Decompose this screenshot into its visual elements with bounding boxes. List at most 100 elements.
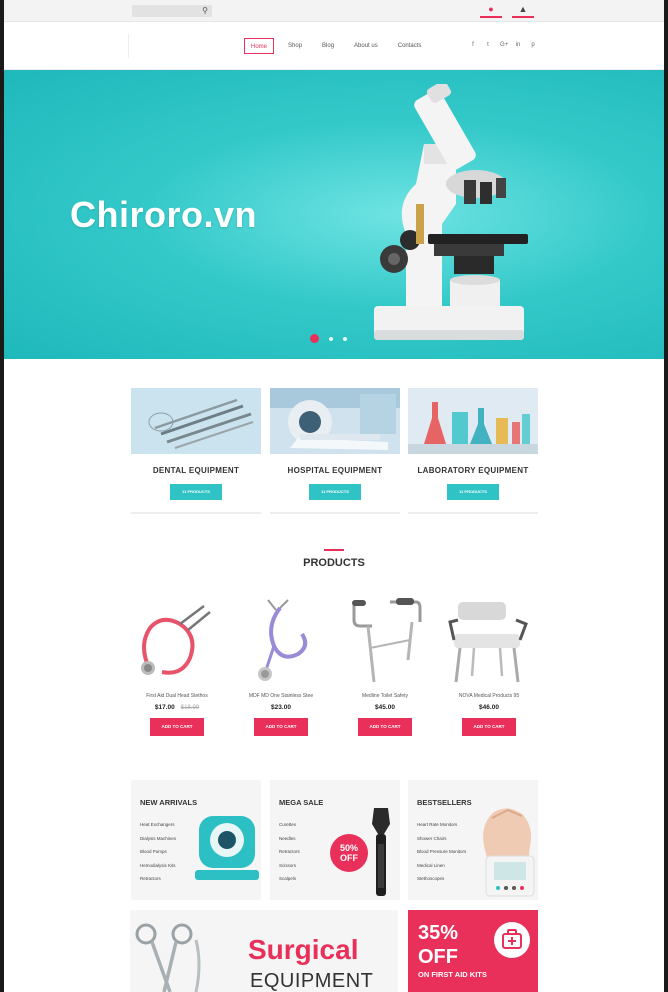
shower-chair-image (448, 602, 528, 683)
add-to-cart-button[interactable]: ADD TO CART (254, 718, 308, 736)
product-card[interactable]: Medline Toilet Safety $45.00 ADD TO CART (340, 596, 430, 746)
sale-badge: 50% OFF (330, 834, 368, 872)
category-card-hospital[interactable]: HOSPITAL EQUIPMENT 11 PRODUCTS (270, 388, 400, 514)
facebook-icon[interactable]: f (470, 42, 476, 48)
add-to-cart-button[interactable]: ADD TO CART (358, 718, 412, 736)
promo-link[interactable]: Scalpels (279, 872, 300, 886)
category-products-button[interactable]: 11 PRODUCTS (447, 484, 499, 500)
window-frame-right (664, 0, 668, 992)
category-card-dental[interactable]: DENTAL EQUIPMENT 11 PRODUCTS (131, 388, 261, 514)
promo-link[interactable]: Needles (279, 832, 300, 846)
promo-link[interactable]: Heat Exchangers (140, 818, 176, 832)
product-price: $17.00 $18.99 (132, 704, 222, 711)
nav-links: Home Shop Blog About us Contacts (244, 38, 435, 54)
category-title: LABORATORY EQUIPMENT (417, 466, 529, 475)
product-price: $23.00 (271, 704, 291, 711)
surgical-banner-subtitle: EQUIPMENT (250, 970, 374, 992)
toilet-safety-rail-image (352, 598, 422, 683)
logo-area-divider (128, 34, 129, 58)
cart-icon[interactable]: ● (480, 4, 502, 18)
lab-glassware-image (408, 388, 538, 454)
nav-shop[interactable]: Shop (282, 38, 308, 54)
stethoscope-red-image (141, 605, 211, 675)
top-bar: ⚲ ● ▲ (4, 0, 664, 22)
promo-link[interactable]: Dialysis Machines (140, 832, 176, 846)
first-aid-offer-banner[interactable]: 35% OFF ON FIRST AID KITS (408, 910, 538, 992)
add-to-cart-button[interactable]: ADD TO CART (462, 718, 516, 736)
promo-title: BESTSELLERS (417, 798, 472, 807)
sale-badge-off: OFF (340, 853, 358, 863)
nav-blog[interactable]: Blog (316, 38, 340, 54)
twitter-icon[interactable]: t (485, 42, 491, 48)
offer-percent: 35% (418, 922, 459, 944)
promo-link[interactable]: Scissors (279, 859, 300, 873)
sale-badge-percent: 50% (339, 843, 358, 853)
hero-title: Chiroro.vn (70, 194, 258, 235)
dialysis-machine-image (195, 816, 259, 880)
category-title: DENTAL EQUIPMENT (152, 466, 240, 475)
slider-dot-2[interactable] (329, 336, 333, 341)
google-plus-icon[interactable]: G+ (500, 42, 508, 48)
promo-link[interactable]: Hemodialysis Kits (140, 859, 176, 873)
product-price: $45.00 (375, 704, 395, 711)
search-icon[interactable]: ⚲ (202, 6, 208, 15)
otoscope-image (372, 808, 390, 896)
social-links: f t G+ in p (470, 42, 536, 48)
promo-mega-sale[interactable]: MEGA SALE Curettes Needles Retractors Sc… (270, 780, 400, 900)
promo-new-arrivals[interactable]: NEW ARRIVALS Heat Exchangers Dialysis Ma… (131, 780, 261, 900)
promo-list: Heat Exchangers Dialysis Machines Blood … (140, 818, 176, 886)
category-products-button[interactable]: 11 PRODUCTS (309, 484, 361, 500)
product-price: $46.00 (479, 704, 499, 711)
category-title: HOSPITAL EQUIPMENT (287, 466, 383, 475)
offer-off-label: OFF (418, 946, 458, 968)
promo-link[interactable]: Blood Pumps (140, 845, 176, 859)
category-card-laboratory[interactable]: LABORATORY EQUIPMENT 11 PRODUCTS (408, 388, 538, 514)
promo-link[interactable]: Blood Pressure Monitors (417, 845, 466, 859)
dental-tools-image (131, 388, 261, 454)
product-name[interactable]: First Aid Dual Head Stethos (132, 693, 222, 699)
hero-slider[interactable]: Chiroro.vn (4, 70, 664, 359)
promo-link[interactable]: Curettes (279, 818, 300, 832)
slider-dot-1[interactable] (310, 334, 319, 343)
surgical-forceps-image (135, 923, 201, 992)
promo-bestsellers[interactable]: BESTSELLERS Heart Rate Monitors Shower C… (408, 780, 538, 900)
mri-room-image (270, 388, 400, 454)
category-products-button[interactable]: 11 PRODUCTS (170, 484, 222, 500)
product-card[interactable]: NOVA Medical Products 95 $46.00 ADD TO C… (444, 596, 534, 746)
surgical-equipment-banner[interactable]: Surgical EQUIPMENT (130, 910, 398, 992)
surgical-banner-title: Surgical (248, 934, 359, 965)
products-section-title: PRODUCTS (303, 557, 365, 569)
search-input[interactable]: ⚲ (132, 5, 212, 17)
promo-link[interactable]: Shower Chairs (417, 832, 466, 846)
product-name[interactable]: Medline Toilet Safety (340, 693, 430, 699)
promo-link[interactable]: Medical Linen (417, 859, 466, 873)
promo-title: MEGA SALE (279, 798, 324, 807)
promo-link[interactable]: Heart Rate Monitors (417, 818, 466, 832)
nav-about[interactable]: About us (348, 38, 384, 54)
user-icon[interactable]: ▲ (512, 4, 534, 18)
pinterest-icon[interactable]: p (530, 42, 536, 48)
add-to-cart-button[interactable]: ADD TO CART (150, 718, 204, 736)
linkedin-icon[interactable]: in (515, 42, 521, 48)
nav-contacts[interactable]: Contacts (392, 38, 428, 54)
first-aid-kit-icon (494, 922, 530, 958)
product-old-price: $18.99 (180, 705, 200, 711)
product-card[interactable]: First Aid Dual Head Stethos $17.00 $18.99… (132, 596, 222, 746)
product-card[interactable]: MDF MD One Stainless Stee $23.00 ADD TO … (236, 596, 326, 746)
promo-title: NEW ARRIVALS (140, 798, 198, 807)
stethoscope-purple-image (258, 599, 308, 681)
microscope-image (374, 84, 528, 340)
product-name[interactable]: NOVA Medical Products 95 (444, 693, 534, 699)
slider-dot-3[interactable] (343, 336, 347, 341)
nav-home[interactable]: Home (244, 38, 275, 54)
promo-list: Curettes Needles Retractors Scissors Sca… (279, 818, 300, 886)
promo-link[interactable]: Stethoscopes (417, 872, 466, 886)
offer-subtitle: ON FIRST AID KITS (418, 970, 487, 979)
product-current-price: $17.00 (154, 704, 175, 711)
promo-link[interactable]: Retractors (279, 845, 300, 859)
blood-pressure-monitor-image (483, 808, 535, 897)
promo-link[interactable]: Retractors (140, 872, 176, 886)
product-name[interactable]: MDF MD One Stainless Stee (236, 693, 326, 699)
section-accent-line (324, 549, 344, 551)
main-navigation: Home Shop Blog About us Contacts f t G+ … (4, 22, 664, 70)
